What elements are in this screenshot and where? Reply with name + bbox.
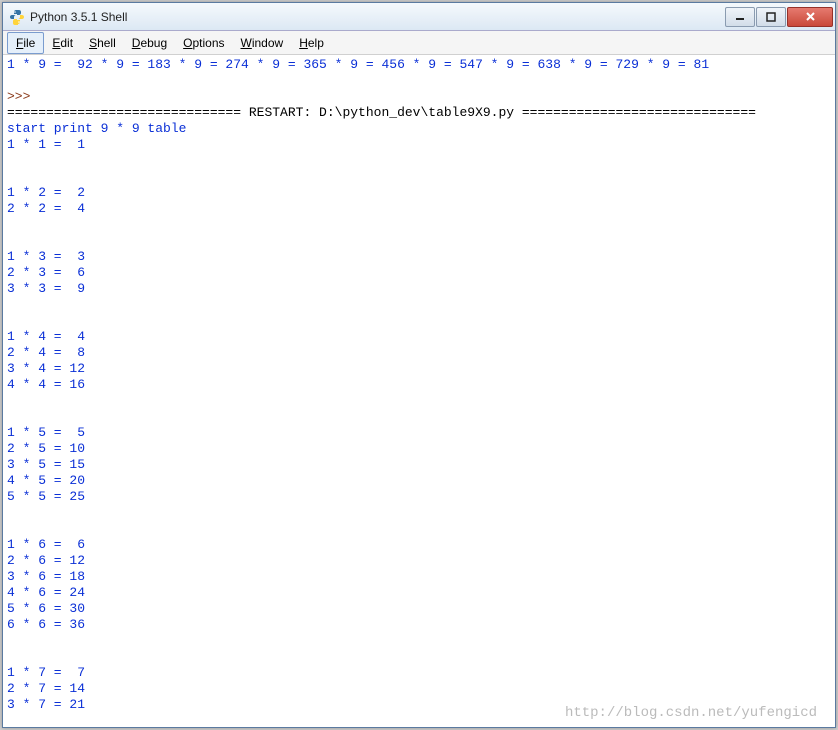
app-window: Python 3.5.1 Shell File Edit Shell Debug… bbox=[2, 2, 836, 728]
menu-edit[interactable]: Edit bbox=[44, 33, 81, 53]
prompt: >>> bbox=[7, 89, 30, 104]
menu-file[interactable]: File bbox=[7, 32, 44, 54]
shell-output[interactable]: 1 * 9 = 92 * 9 = 183 * 9 = 274 * 9 = 365… bbox=[3, 55, 835, 727]
menu-window[interactable]: Window bbox=[233, 33, 292, 53]
output-line: 1 * 9 = 92 * 9 = 183 * 9 = 274 * 9 = 365… bbox=[7, 57, 709, 72]
menu-shell[interactable]: Shell bbox=[81, 33, 124, 53]
content-area: 1 * 9 = 92 * 9 = 183 * 9 = 274 * 9 = 365… bbox=[3, 55, 835, 727]
multiplication-table: 1 * 1 = 1 1 * 2 = 2 2 * 2 = 4 1 * 3 = 3 … bbox=[7, 137, 85, 712]
menu-options[interactable]: Options bbox=[175, 33, 232, 53]
window-controls bbox=[724, 7, 833, 27]
window-title: Python 3.5.1 Shell bbox=[30, 10, 724, 24]
menu-help[interactable]: Help bbox=[291, 33, 332, 53]
menu-debug[interactable]: Debug bbox=[124, 33, 175, 53]
restart-line: ============================== RESTART: … bbox=[7, 105, 756, 120]
minimize-button[interactable] bbox=[725, 7, 755, 27]
start-msg: start print 9 * 9 table bbox=[7, 121, 186, 136]
menubar: File Edit Shell Debug Options Window Hel… bbox=[3, 31, 835, 55]
python-icon bbox=[9, 9, 25, 25]
titlebar: Python 3.5.1 Shell bbox=[3, 3, 835, 31]
close-button[interactable] bbox=[787, 7, 833, 27]
maximize-button[interactable] bbox=[756, 7, 786, 27]
